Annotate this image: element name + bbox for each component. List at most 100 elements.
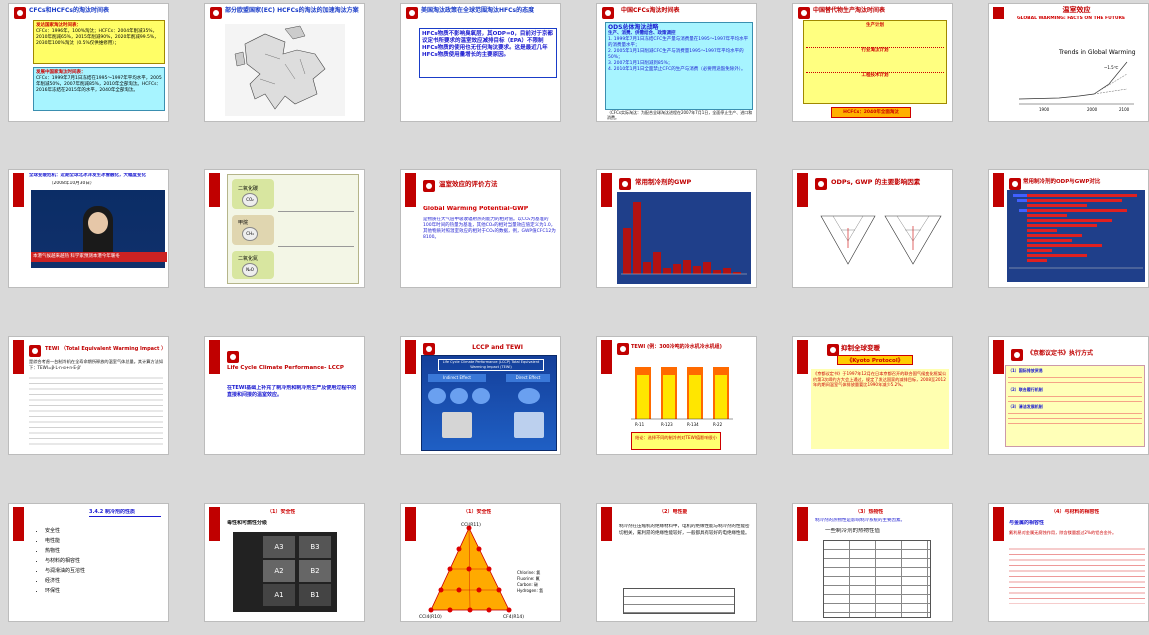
- svg-text:Hydrogen: 氢: Hydrogen: 氢: [517, 587, 543, 593]
- side-bar-icon: [209, 340, 220, 374]
- slide-title: 温室效应的评价方法: [439, 180, 498, 188]
- tewi-bar-base: [715, 375, 727, 419]
- text-box: 发达国家淘汰时间表： CFCs：1996年，100%淘汰；HCFCs：2004年…: [33, 20, 165, 64]
- kyoto-badge: 《Kyoto Protocol》: [837, 355, 913, 365]
- svg-text:Fluorine: 氟: Fluorine: 氟: [517, 575, 540, 581]
- chart-label: Trends in Global Warming: [1058, 49, 1136, 56]
- svg-text:R-123: R-123: [661, 422, 673, 427]
- svg-text:CF4(R14): CF4(R14): [503, 614, 524, 620]
- box-text: CFCs：1996年，100%淘汰；HCFCs：2004年削减35%，2010年…: [36, 29, 159, 46]
- svg-text:CCl4(R10): CCl4(R10): [419, 614, 442, 620]
- slide-12[interactable]: 常用制冷剂的ODP与GWP对比: [988, 169, 1149, 288]
- slide-17[interactable]: 抑制全球变暖 《Kyoto Protocol》 《京都议定书》于1997年12月…: [792, 336, 953, 455]
- logo-icon: [423, 180, 435, 192]
- slide-21[interactable]: （1）安全性 CCl(R11) CCl4(R10) CF4(R14) Chlor…: [400, 503, 561, 622]
- slide-10[interactable]: 常用制冷剂的GWP: [596, 169, 757, 288]
- list-item: 1. 1999年7月1日冻结CFC生产量与消费量在1995～1997年平均水平的…: [608, 37, 749, 48]
- slide-subtitle: 毒性和可燃性分级: [227, 520, 268, 526]
- slide-15[interactable]: LCCP and TEWI Life Cycle Climate Perform…: [400, 336, 561, 455]
- svg-text:CCl(R11): CCl(R11): [461, 522, 481, 528]
- tewi-bar-base: [663, 375, 675, 419]
- svg-text:R-22: R-22: [713, 422, 723, 427]
- safety-cell: B1: [299, 584, 331, 606]
- slide-title: （4）与材料的相容性: [1051, 509, 1100, 515]
- table-title: 一些制冷剂的热物性值: [825, 528, 881, 534]
- side-bar-icon: [993, 173, 1004, 207]
- svg-text:Chlorine: 氯: Chlorine: 氯: [517, 569, 540, 575]
- list-item: 热物性: [45, 546, 85, 556]
- slide-title: （3）热物性: [855, 509, 884, 515]
- slide-8[interactable]: 二氧化碳 CO₂ 甲烷 CH₄ 二氧化氮 N₂O: [204, 169, 365, 288]
- safety-cell: A1: [263, 584, 295, 606]
- slide-subtitle: 与金属的相容性: [1009, 520, 1045, 526]
- slide-18[interactable]: 《京都议定书》执行方式 （1）国际排放贸易 （2）联合履行机制 （3）清洁发展机…: [988, 336, 1149, 455]
- slide-title: LCCP and TEWI: [472, 344, 523, 351]
- logo-icon: [423, 343, 435, 355]
- slide-20[interactable]: （1）安全性 毒性和可燃性分级 A3 B3 A2 B2 A1 B1: [204, 503, 365, 622]
- side-bar-icon: [13, 507, 24, 541]
- svg-text:2000: 2000: [1087, 107, 1098, 112]
- property-list: 安全性 电性能 热物性 与材料的相容性 与润滑油的互溶性 经济性 环保性: [37, 526, 85, 596]
- list-item: 电性能: [45, 536, 85, 546]
- side-bar-icon: [13, 340, 24, 374]
- news-caption: 本港气候越来越热 科学家预测本港今年暖冬: [31, 252, 167, 262]
- slide-5[interactable]: 中国替代物生产淘汰时间表 生产计划 行业淘汰计划 工程技术计划 HCFCs：20…: [792, 3, 953, 122]
- slide-23[interactable]: （3）热物性 制冷剂的热物性是影响制冷系统的主要因素。 一些制冷剂的热物性值: [792, 503, 953, 622]
- slide-body: 是物质在大气层中吸收辐射热的能力的相对值。以CO₂为基准的100年时间的热量为基…: [423, 217, 556, 240]
- slide-title: （1）安全性: [267, 509, 296, 515]
- slide-13[interactable]: TEWI （Total Equivalent Warming Impact ） …: [8, 336, 169, 455]
- gwp-bar-chart: [617, 192, 751, 284]
- side-bar-icon: [405, 340, 416, 374]
- safety-cell: B2: [299, 560, 331, 582]
- slide-22[interactable]: （2）电性能 制冷剂在压缩机的绝缘材料中，电机的绝缘性能与制冷剂的性能密切相关，…: [596, 503, 757, 622]
- slide-9[interactable]: 温室效应的评价方法 Global Warming Potential-GWP 是…: [400, 169, 561, 288]
- safety-cell: A2: [263, 560, 295, 582]
- slide-1[interactable]: CFCs和HCFCs的淘汰时间表 发达国家淘汰时间表： CFCs：1996年，1…: [8, 3, 169, 122]
- side-bar-icon: [993, 507, 1004, 541]
- methods-box: （1）国际排放贸易 （2）联合履行机制 （3）清洁发展机制: [1005, 365, 1145, 447]
- logo-icon: [619, 178, 631, 190]
- slide-title: 中国替代物生产淘汰时间表: [813, 7, 886, 14]
- slide-19[interactable]: 3.4.2 制冷剂的性质 安全性 电性能 热物性 与材料的相容性 与润滑油的互溶…: [8, 503, 169, 622]
- list-item: 经济性: [45, 576, 85, 586]
- list-item: 环保性: [45, 586, 85, 596]
- side-bar-icon: [797, 173, 808, 207]
- slide-title: （2）电性能: [659, 509, 688, 515]
- side-bar-icon: [797, 507, 808, 541]
- slide-14[interactable]: Life Cycle Climate Performance- LCCP 在TE…: [204, 336, 365, 455]
- slide-title: 部分欧盟国家(EC) HCFCs的淘汰的加速淘汰方案: [225, 7, 359, 14]
- slide-body: 在TEWI基础上补充了制冷剂和制冷剂生产及使用过程中的直接和间接的温室效应。: [227, 385, 357, 398]
- slide-title: 抑制全球变暖: [841, 344, 880, 352]
- slide-title: 中国CFCs淘汰时间表: [621, 7, 680, 14]
- side-bar-icon: [13, 173, 24, 207]
- slide-title: 全球变暖危机：近期全球北冰洋发生冰雪融化，大幅度变化: [29, 173, 146, 178]
- footnote: （CFCs实际淘汰：为配合全球淘汰进程在2007年7月1日，全面停止生产、进口和…: [607, 110, 753, 120]
- slide-title: 常用制冷剂的ODP与GWP对比: [1023, 179, 1101, 185]
- slide-3[interactable]: 美国淘汰政策在全球范围淘汰HFCs的态度 HFCs物质不影响臭氧层，其ODP=0…: [400, 3, 561, 122]
- list-item: 4. 2010年1月1日全面禁止CFC的生产与消费（必要用途豁免除外）。: [608, 67, 746, 72]
- logo-icon: [1009, 178, 1021, 190]
- safety-cell: A3: [263, 536, 295, 558]
- slide-16[interactable]: TEWI (例：300冷吨的冷水机冷水机组) R-11 R-123 R-134 …: [596, 336, 757, 455]
- list-item: 与润滑油的互溶性: [45, 566, 85, 576]
- slide-4[interactable]: 中国CFCs淘汰时间表 ODS总体淘汰战略 生产、消费、供需结合、政策调控 1.…: [596, 3, 757, 122]
- side-bar-icon: [601, 173, 612, 207]
- slide-body: 制冷剂在压缩机的绝缘材料中，电机的绝缘性能与制冷剂的性能密切相关，氟利昂的绝缘性…: [619, 524, 750, 536]
- slide-title: 常用制冷剂的GWP: [635, 178, 692, 186]
- gas-label: 甲烷: [238, 220, 249, 226]
- formula-lines: [29, 373, 163, 449]
- list-item: 安全性: [45, 526, 85, 536]
- side-bar-icon: [993, 340, 1004, 374]
- slide-2[interactable]: 部分欧盟国家(EC) HCFCs的淘汰的加速淘汰方案: [204, 3, 365, 122]
- logo-icon: [227, 351, 239, 363]
- slide-6[interactable]: 温室效应 GLOBAL WARMING: FACTS ON THE FUTURE…: [988, 3, 1149, 122]
- slide-7[interactable]: 全球变暖危机：近期全球北冰洋发生冰雪融化，大幅度变化 （2008年10月30日）…: [8, 169, 169, 288]
- svg-text:1900: 1900: [1039, 107, 1050, 112]
- slide-body: 氟利昂对金属无腐蚀作用，除含镁量超过2%的铝合金外。: [1009, 530, 1117, 535]
- svg-text:Carbon: 碳: Carbon: 碳: [517, 581, 538, 587]
- slide-title: Life Cycle Climate Performance- LCCP: [227, 365, 344, 371]
- slide-title: TEWI （Total Equivalent Warming Impact ）: [45, 346, 167, 352]
- logo-icon: [14, 7, 26, 19]
- slide-11[interactable]: ODPs, GWP 的主要影响因素: [792, 169, 953, 288]
- slide-24[interactable]: （4）与材料的相容性 与金属的相容性 氟利昂对金属无腐蚀作用，除含镁量超过2%的…: [988, 503, 1149, 622]
